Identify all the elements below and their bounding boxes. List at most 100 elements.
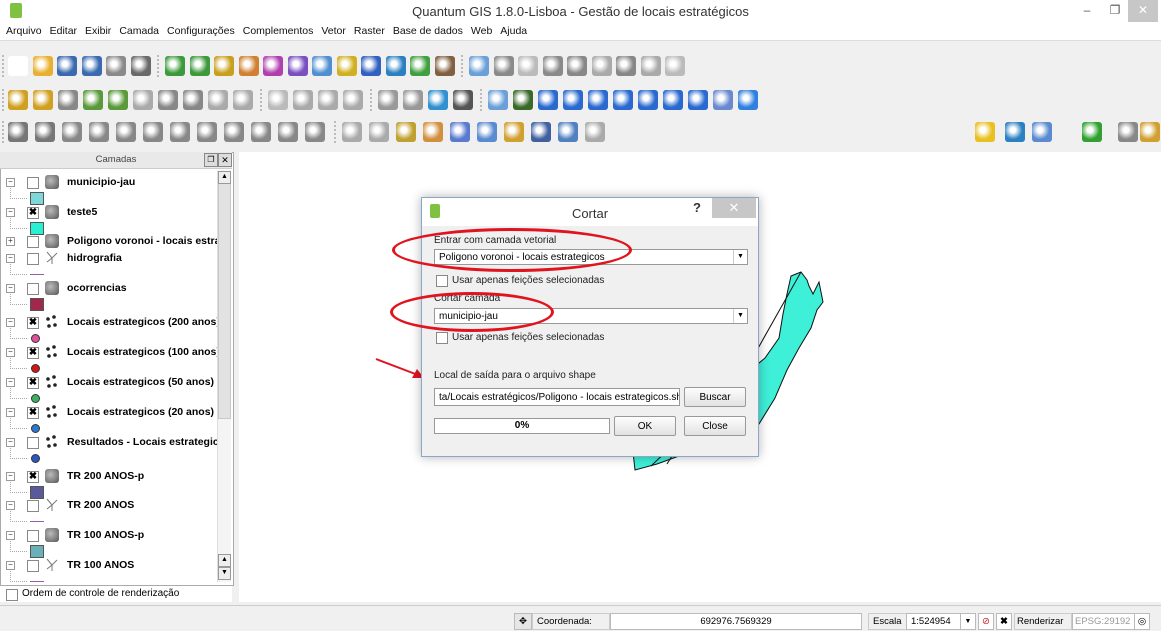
expand-toggle-icon[interactable]: − <box>6 438 15 447</box>
layer-item[interactable]: − TR 100 ANOS <box>0 558 218 589</box>
edit-tool-icon[interactable] <box>197 122 217 142</box>
layer-item[interactable]: − TR 100 ANOS-p <box>0 528 218 559</box>
edit-tool-icon[interactable] <box>8 122 28 142</box>
nav-tool-icon[interactable] <box>488 90 508 110</box>
nav-tool-icon[interactable] <box>613 90 633 110</box>
mouse-coord-icon[interactable]: ✥ <box>514 613 532 630</box>
file-tool-icon[interactable] <box>469 56 489 76</box>
nav-tool-icon[interactable] <box>588 90 608 110</box>
file-tool-icon[interactable] <box>493 56 514 76</box>
expand-toggle-icon[interactable]: − <box>6 501 15 510</box>
ok-button[interactable]: OK <box>614 416 676 436</box>
menu-item-7[interactable]: Raster <box>350 22 389 40</box>
edit-tool-icon[interactable] <box>35 122 55 142</box>
file-tool-icon[interactable] <box>238 56 259 76</box>
close-button[interactable]: Close <box>684 416 746 436</box>
menu-item-2[interactable]: Exibir <box>81 22 115 40</box>
layer-item[interactable]: − ✖ Locais estrategicos (200 anos) <box>0 315 220 346</box>
file-tool-icon[interactable] <box>665 56 685 76</box>
edit-tool-icon[interactable] <box>423 122 443 142</box>
edit-tool-icon[interactable] <box>62 122 82 142</box>
layer-visibility-checkbox[interactable] <box>27 236 39 248</box>
coordinate-value[interactable]: 692976.7569329 <box>610 613 862 630</box>
layer-item[interactable]: − municipio-jau <box>0 175 218 206</box>
use-selected-checkbox-2[interactable] <box>436 332 448 344</box>
expand-toggle-icon[interactable]: − <box>6 254 15 263</box>
menu-item-0[interactable]: Arquivo <box>2 22 46 40</box>
expand-toggle-icon[interactable]: − <box>6 178 15 187</box>
help-button[interactable]: ? <box>693 200 701 215</box>
render-checkbox[interactable]: ✖ <box>996 613 1012 630</box>
layer-item[interactable]: − TR 200 ANOS <box>0 498 218 529</box>
scroll-up-arrow-icon[interactable]: ▲ <box>218 171 231 184</box>
scale-select[interactable]: 1:524954 <box>906 613 962 630</box>
file-tool-icon[interactable] <box>518 56 538 76</box>
file-tool-icon[interactable] <box>106 56 126 76</box>
nav-tool-icon[interactable] <box>713 90 733 110</box>
file-tool-icon[interactable] <box>616 56 636 76</box>
browse-button[interactable]: Buscar <box>684 387 746 407</box>
file-tool-icon[interactable] <box>336 56 357 76</box>
layer-visibility-checkbox[interactable]: ✖ <box>27 207 39 219</box>
edit-tool-icon[interactable] <box>504 122 524 142</box>
file-tool-icon[interactable] <box>640 56 661 76</box>
nav-tool-icon[interactable] <box>183 90 203 110</box>
layer-item[interactable]: − ✖ TR 200 ANOS-p <box>0 469 218 500</box>
layer-visibility-checkbox[interactable] <box>27 530 39 542</box>
expand-toggle-icon[interactable]: − <box>6 208 15 217</box>
nav-tool-icon[interactable] <box>108 90 128 110</box>
nav-tool-icon[interactable] <box>453 90 473 110</box>
nav-tool-icon[interactable] <box>8 90 28 110</box>
nav-tool-icon[interactable] <box>513 90 533 110</box>
float-panel-button[interactable]: ❐ <box>204 153 218 167</box>
file-tool-icon[interactable] <box>263 56 283 76</box>
file-tool-icon[interactable] <box>165 56 185 76</box>
edit-tool-icon[interactable] <box>585 122 605 142</box>
edit-tool-icon[interactable] <box>558 122 578 142</box>
edit-tool-icon[interactable] <box>116 122 136 142</box>
layer-item[interactable]: − ✖ Locais estrategicos (20 anos) <box>0 405 218 436</box>
file-tool-icon[interactable] <box>189 56 210 76</box>
edit-tool-icon[interactable] <box>224 122 244 142</box>
file-tool-icon[interactable] <box>312 56 332 76</box>
file-tool-icon[interactable] <box>361 56 381 76</box>
nav-tool-icon[interactable] <box>133 90 153 110</box>
edit-tool-icon[interactable] <box>143 122 163 142</box>
layer-visibility-checkbox[interactable]: ✖ <box>27 471 39 483</box>
file-tool-icon[interactable] <box>542 56 563 76</box>
nav-tool-icon[interactable] <box>538 90 558 110</box>
nav-tool-icon[interactable] <box>428 90 448 110</box>
nav-tool-icon[interactable] <box>638 90 658 110</box>
layer-item[interactable]: − Resultados - Locais estrategicos <box>0 435 231 466</box>
scale-dropdown-arrow-icon[interactable]: ▼ <box>960 613 976 630</box>
edit-tool-icon[interactable] <box>170 122 190 142</box>
file-tool-icon[interactable] <box>57 56 77 76</box>
layer-visibility-checkbox[interactable] <box>27 283 39 295</box>
edit-tool-icon[interactable] <box>477 122 497 142</box>
dialog-close-button[interactable]: ✕ <box>712 198 756 218</box>
nav-tool-icon[interactable] <box>688 90 708 110</box>
file-tool-icon[interactable] <box>130 56 151 76</box>
file-tool-icon[interactable] <box>567 56 587 76</box>
file-tool-icon[interactable] <box>214 56 234 76</box>
use-selected-checkbox-1[interactable] <box>436 275 448 287</box>
layer-visibility-checkbox[interactable] <box>27 177 39 189</box>
edit-tool-icon[interactable] <box>89 122 109 142</box>
expand-toggle-icon[interactable]: − <box>6 561 15 570</box>
layer-visibility-checkbox[interactable] <box>27 560 39 572</box>
menu-item-10[interactable]: Ajuda <box>496 22 531 40</box>
file-tool-icon[interactable] <box>81 56 102 76</box>
stop-render-icon[interactable]: ⊘ <box>978 613 994 630</box>
plugin-tool-icon[interactable] <box>1118 122 1138 142</box>
scroll-down-arrow-icon[interactable]: ▼ <box>218 567 231 580</box>
file-tool-icon[interactable] <box>8 56 28 76</box>
nav-tool-icon[interactable] <box>268 90 288 110</box>
scroll-up-arrow-icon[interactable]: ▲ <box>218 554 231 567</box>
edit-tool-icon[interactable] <box>342 122 362 142</box>
file-tool-icon[interactable] <box>410 56 430 76</box>
layer-item[interactable]: − ✖ Locais estrategicos (50 anos) <box>0 375 218 406</box>
projection-icon[interactable]: ◎ <box>1134 613 1150 630</box>
file-tool-icon[interactable] <box>287 56 308 76</box>
plugin-tool-icon[interactable] <box>1032 122 1052 142</box>
menu-item-8[interactable]: Base de dados <box>389 22 467 40</box>
